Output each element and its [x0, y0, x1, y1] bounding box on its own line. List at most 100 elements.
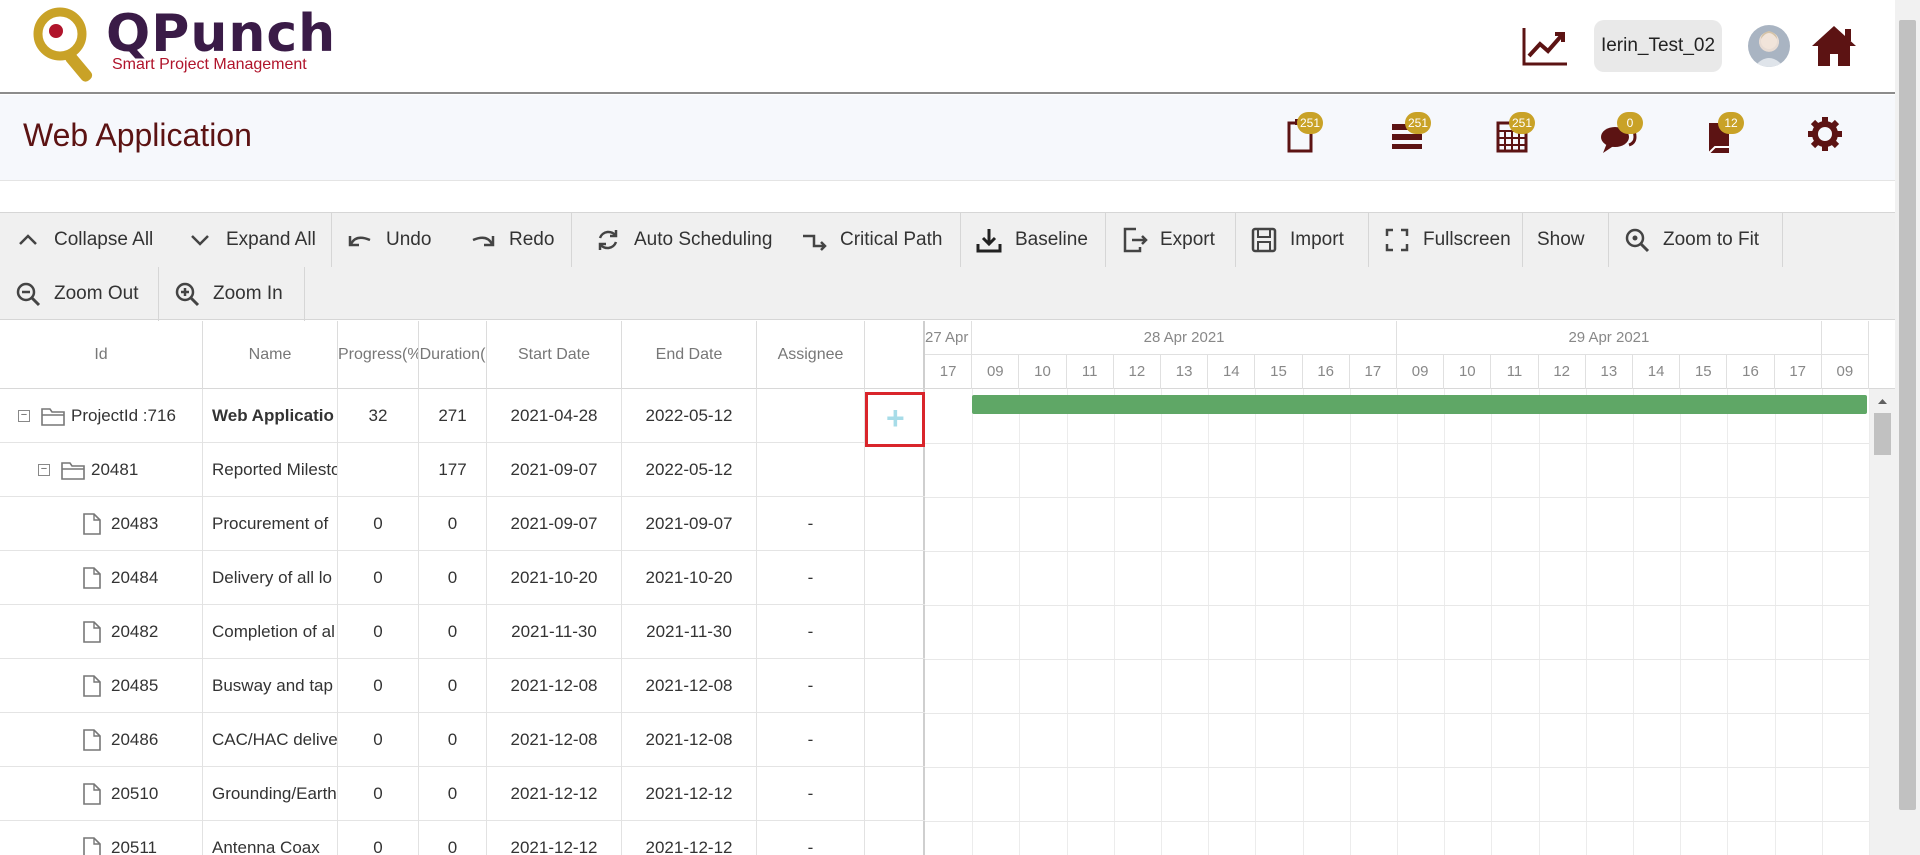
- task-id: 20483: [111, 514, 159, 533]
- zoom-fit-icon: [1625, 228, 1650, 253]
- cell-name: Busway and tap: [203, 659, 338, 713]
- user-avatar[interactable]: [1748, 25, 1790, 67]
- task-id: 20481: [91, 460, 139, 479]
- cell-name: Procurement of: [203, 497, 338, 551]
- document-icon: [83, 837, 101, 855]
- user-menu-button[interactable]: Ierin_Test_02: [1594, 20, 1722, 72]
- critical-path-button[interactable]: Critical Path: [786, 213, 961, 267]
- cell-assignee: -: [757, 713, 865, 767]
- cell-name: CAC/HAC delive: [203, 713, 338, 767]
- analytics-chart-icon[interactable]: [1521, 24, 1569, 68]
- cell-start: 2021-04-28: [487, 389, 622, 443]
- brand-name: QPunch: [106, 4, 337, 64]
- timeline-hour-label: 09: [972, 355, 1020, 389]
- col-header-duration[interactable]: Duration(: [419, 321, 487, 389]
- undo-label: Undo: [386, 229, 432, 250]
- timeline-hour-label: 11: [1491, 355, 1539, 389]
- cell-id: 20511: [0, 821, 203, 855]
- collapse-all-label: Collapse All: [54, 229, 154, 250]
- table-row[interactable]: 20484 Delivery of all lo 0 0 2021-10-20 2021-…: [0, 551, 925, 605]
- cell-id: − ProjectId :716: [0, 389, 203, 443]
- col-header-id[interactable]: Id: [0, 321, 203, 389]
- timeline-gridline: [1161, 389, 1162, 855]
- project-title-bar: Web Application 251 251 251 0 12: [0, 95, 1895, 181]
- timeline-gridline: [972, 389, 974, 855]
- timeline-gridline: [1538, 389, 1540, 855]
- col-header-assignee[interactable]: Assignee: [757, 321, 865, 389]
- cell-assignee: -: [757, 497, 865, 551]
- folder-icon: [41, 408, 65, 426]
- project-task-bar[interactable]: [972, 395, 1867, 414]
- baseline-button[interactable]: Baseline: [961, 213, 1106, 267]
- auto-scheduling-button[interactable]: Auto Scheduling: [580, 213, 786, 267]
- col-header-end-date[interactable]: End Date: [622, 321, 757, 389]
- col-header-start-date[interactable]: Start Date: [487, 321, 622, 389]
- timeline-gridline: [1727, 389, 1729, 855]
- timeline-gridline: [1491, 389, 1493, 855]
- zoom-to-fit-button[interactable]: Zoom to Fit: [1609, 213, 1783, 267]
- add-task-button[interactable]: +: [865, 392, 925, 447]
- cell-end: 2021-12-08: [622, 659, 757, 713]
- table-row[interactable]: 20511 Antenna Coax 0 0 2021-12-12 2021-12-12-: [0, 821, 925, 855]
- cell-duration: 0: [419, 767, 487, 821]
- cell-progress: 0: [338, 821, 419, 855]
- expand-all-button[interactable]: Expand All: [172, 213, 332, 267]
- col-header-name[interactable]: Name: [203, 321, 338, 389]
- fullscreen-button[interactable]: Fullscreen: [1369, 213, 1523, 267]
- export-button[interactable]: Export: [1106, 213, 1236, 267]
- timeline-hour-label: 14: [1208, 355, 1256, 389]
- timeline-day-label: 28 Apr 2021: [972, 321, 1397, 355]
- cell-add: [865, 659, 925, 713]
- zoom-out-button[interactable]: Zoom Out: [0, 267, 159, 321]
- undo-button[interactable]: Undo: [332, 213, 455, 267]
- cell-start: 2021-09-07: [487, 497, 622, 551]
- cell-name: Grounding/Earth: [203, 767, 338, 821]
- cell-name: Completion of al: [203, 605, 338, 659]
- zoom-in-button[interactable]: Zoom In: [159, 267, 305, 321]
- gantt-scroll-thumb[interactable]: [1874, 413, 1891, 455]
- task-id: 20482: [111, 622, 159, 641]
- task-grid: Id Name Progress(% Duration( Start Date …: [0, 321, 925, 855]
- redo-button[interactable]: Redo: [455, 213, 572, 267]
- import-button[interactable]: Import: [1236, 213, 1369, 267]
- grid-header: Id Name Progress(% Duration( Start Date …: [0, 321, 925, 389]
- table-row[interactable]: 20485 Busway and tap 0 0 2021-12-08 2021-12-0…: [0, 659, 925, 713]
- cell-start: 2021-10-20: [487, 551, 622, 605]
- collapse-toggle-icon[interactable]: −: [38, 464, 50, 476]
- page-scroll-thumb[interactable]: [1899, 20, 1916, 810]
- cell-id: 20486: [0, 713, 203, 767]
- home-icon[interactable]: [1810, 24, 1858, 68]
- fullscreen-label: Fullscreen: [1423, 229, 1511, 250]
- table-row[interactable]: 20510 Grounding/Earth 0 0 2021-12-12 2021-12-…: [0, 767, 925, 821]
- redo-icon: [472, 236, 495, 247]
- collapse-all-button[interactable]: Collapse All: [0, 213, 172, 267]
- cell-id: 20482: [0, 605, 203, 659]
- page-scrollbar[interactable]: [1895, 0, 1920, 855]
- document-icon: [83, 567, 101, 589]
- table-row[interactable]: 20483 Procurement of 0 0 2021-09-07 2021-09-0…: [0, 497, 925, 551]
- show-button[interactable]: Show: [1523, 213, 1609, 267]
- gear-icon[interactable]: [1804, 113, 1846, 155]
- cell-id: 20484: [0, 551, 203, 605]
- cell-end: 2021-10-20: [622, 551, 757, 605]
- timeline-hour-label: 17: [1775, 355, 1822, 389]
- table-row[interactable]: − 20481 Reported Milesto 177 2021-09-07 2022-…: [0, 443, 925, 497]
- timeline-gridline: [1444, 389, 1446, 855]
- timeline-day-label: 29 Apr 2021: [1397, 321, 1822, 355]
- cell-end: 2021-12-08: [622, 713, 757, 767]
- timeline-gridline: [1066, 389, 1068, 855]
- timeline-hour-label: 13: [1161, 355, 1209, 389]
- gantt-vertical-scrollbar[interactable]: [1870, 389, 1895, 855]
- brand-logo[interactable]: QPunch Smart Project Management: [28, 4, 335, 90]
- table-row[interactable]: 20482 Completion of al 0 0 2021-11-30 2021-11…: [0, 605, 925, 659]
- cell-add: [865, 443, 925, 497]
- timeline-gridline: [1302, 389, 1304, 855]
- table-row[interactable]: − ProjectId :716 Web Applicatio 32 271 2021-0…: [0, 389, 925, 443]
- collapse-toggle-icon[interactable]: −: [18, 410, 30, 422]
- document-icon: [83, 783, 101, 805]
- col-header-progress[interactable]: Progress(%: [338, 321, 419, 389]
- timeline-row-line: [925, 767, 1869, 768]
- cell-start: 2021-12-08: [487, 659, 622, 713]
- table-row[interactable]: 20486 CAC/HAC delive 0 0 2021-12-08 2021-12-0…: [0, 713, 925, 767]
- zoom-to-fit-label: Zoom to Fit: [1663, 229, 1760, 250]
